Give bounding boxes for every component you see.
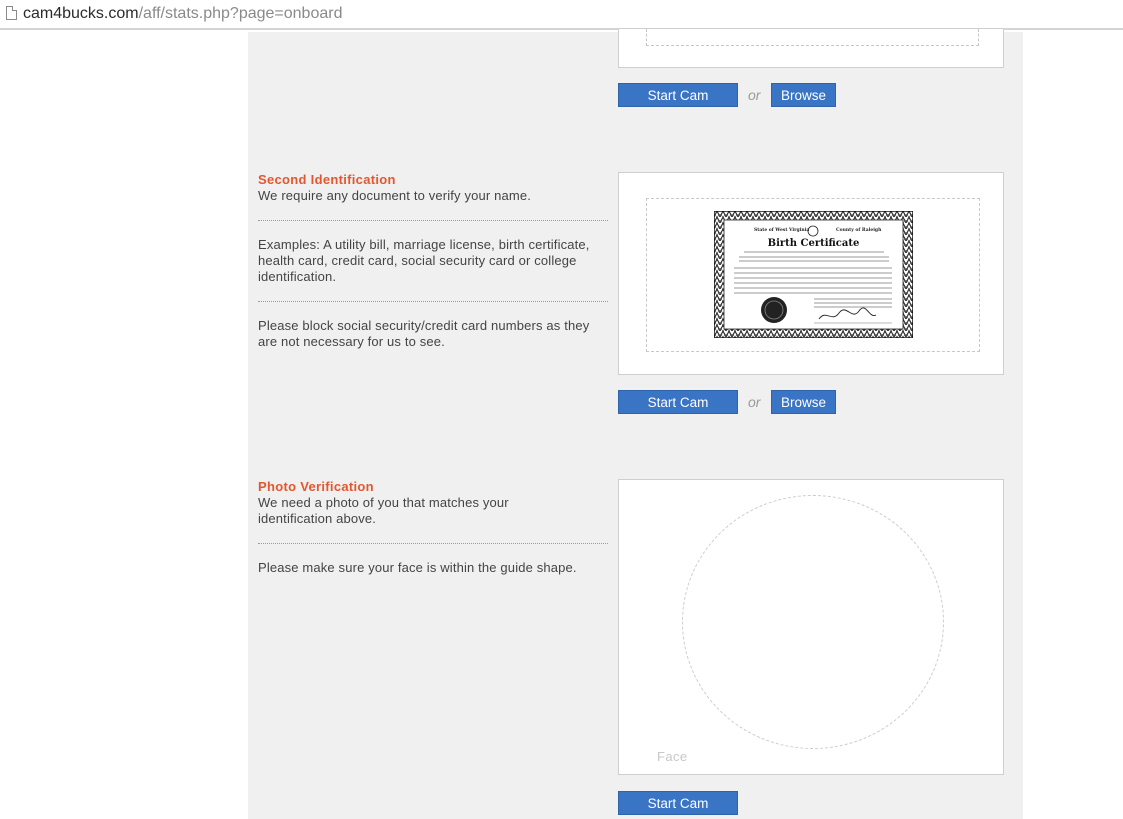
second-id-browse-button[interactable]: Browse: [771, 390, 836, 414]
photo-verification-subtitle: We need a photo of you that matches your…: [258, 495, 509, 526]
url-host: cam4bucks.com: [23, 5, 139, 22]
face-guide-circle: [682, 495, 944, 749]
second-id-subtitle: We require any document to verify your n…: [258, 188, 531, 203]
birth-certificate-sample-image: State of West Virginia County of Raleigh…: [714, 211, 913, 338]
first-id-upload-box[interactable]: [618, 28, 1004, 68]
photo-verification-title: Photo Verification: [258, 479, 374, 494]
page-icon: [6, 6, 17, 20]
address-bar[interactable]: cam4bucks.com/aff/stats.php?page=onboard: [0, 0, 1123, 30]
second-id-divider-1: [258, 220, 608, 221]
second-id-or-text: or: [748, 394, 761, 410]
url-path: /aff/stats.php?page=onboard: [138, 5, 343, 22]
second-id-title: Second Identification: [258, 172, 396, 187]
photo-start-cam-button[interactable]: Start Cam: [618, 791, 738, 815]
photo-divider: [258, 543, 608, 544]
first-id-start-cam-button[interactable]: Start Cam: [618, 83, 738, 107]
second-id-upload-box[interactable]: State of West Virginia County of Raleigh…: [618, 172, 1004, 375]
onboard-panel: Start Cam or Browse Second Identificatio…: [248, 28, 1023, 819]
first-id-browse-button[interactable]: Browse: [771, 83, 836, 107]
second-id-divider-2: [258, 301, 608, 302]
first-id-drop-frame: [646, 29, 979, 46]
face-label: Face: [657, 749, 688, 764]
cert-header-right: County of Raleigh: [836, 227, 882, 233]
cert-header-left: State of West Virginia: [754, 227, 809, 233]
url-text[interactable]: cam4bucks.com/aff/stats.php?page=onboard: [23, 5, 342, 23]
first-id-or-text: or: [748, 87, 761, 103]
second-id-start-cam-button[interactable]: Start Cam: [618, 390, 738, 414]
cert-title: Birth Certificate: [768, 238, 860, 249]
second-id-note: Please block social security/credit card…: [258, 318, 590, 349]
second-id-examples: Examples: A utility bill, marriage licen…: [258, 237, 590, 284]
photo-verification-note: Please make sure your face is within the…: [258, 560, 577, 575]
photo-capture-box[interactable]: Face: [618, 479, 1004, 775]
